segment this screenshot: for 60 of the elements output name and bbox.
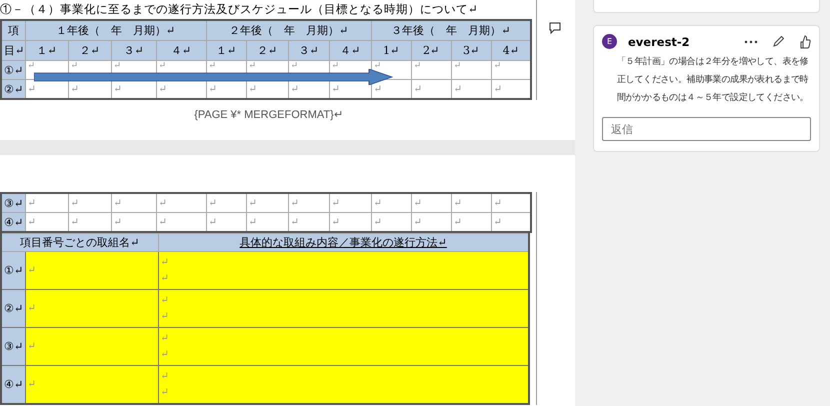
table-cell: ↵ xyxy=(411,60,452,80)
table-cell: 4↵ xyxy=(491,40,532,60)
pencil-icon[interactable] xyxy=(772,35,785,48)
table-cell: 1↵ xyxy=(371,40,412,60)
table-cell: ↵ xyxy=(491,60,532,80)
thumbs-up-icon[interactable] xyxy=(799,34,811,48)
table-cell: １↵ xyxy=(25,40,68,60)
section-heading: ①－（４）事業化に至るまでの遂行方法及びスケジュール（目標となる時期）について↵ xyxy=(0,1,479,18)
table-cell: ①↵ xyxy=(1,60,25,80)
arrow-icon xyxy=(34,69,394,85)
table-cell: １年後（ 年 月期）↵ xyxy=(25,20,206,40)
table-cell: ↵ xyxy=(156,193,206,212)
table-cell: ３↵ xyxy=(111,40,156,60)
table-cell: 目↵ xyxy=(1,40,25,60)
table-cell: 項目番号ごとの取組名↵ xyxy=(1,234,158,252)
more-icon[interactable] xyxy=(744,40,758,44)
table-cell: ↵ ↵ xyxy=(158,290,529,328)
table-cell: ↵ ↵ xyxy=(158,252,529,290)
table-cell: ４↵ xyxy=(329,40,372,60)
table-cell: ２↵ xyxy=(68,40,111,60)
table-cell: ①↵ xyxy=(1,252,25,290)
table-cell: ３年後（ 年 月期）↵ xyxy=(371,20,532,40)
table-cell: 項 xyxy=(1,20,25,40)
table-cell: ↵ xyxy=(25,328,158,366)
table-cell: ④↵ xyxy=(1,366,25,404)
table-cell: ↵ xyxy=(25,366,158,404)
table-cell: ↵ xyxy=(68,193,111,212)
comment-author: everest-2 xyxy=(628,34,691,48)
table-cell: 具体的な取組み内容／事業化の遂行方法↵ xyxy=(158,234,529,252)
table-cell: ↵ xyxy=(329,193,371,212)
table-cell: ②↵ xyxy=(1,80,25,99)
table-cell: ↵ ↵ xyxy=(158,328,529,366)
table-cell: ↵ xyxy=(451,60,492,80)
table-cell: ↵ xyxy=(206,193,246,212)
table-cell: ２年後（ 年 月期）↵ xyxy=(206,20,372,40)
table-cell: ②↵ xyxy=(1,290,25,328)
table-cell: ↵ xyxy=(25,252,158,290)
comment-icon[interactable] xyxy=(549,22,561,34)
avatar: E xyxy=(602,34,617,49)
table-cell: ↵ ↵ xyxy=(158,366,529,404)
table-cell: ↵ xyxy=(111,193,156,212)
table-cell: ↵ xyxy=(25,290,158,328)
table-cell: ↵ xyxy=(246,193,288,212)
table-cell: ↵ xyxy=(25,193,68,212)
page-field: {PAGE ¥* MERGEFORMAT}↵ xyxy=(194,109,343,121)
table-cell: ↵ xyxy=(411,193,451,212)
table-cell: １↵ xyxy=(206,40,246,60)
comment-text: 「５年計画」の場合は２年分を増やして、表を修正してください。補助事業の成果が表れるまで時間がかかるものは４～５年で設定してください。 xyxy=(617,55,810,105)
reply-field[interactable]: 返信 xyxy=(602,117,811,141)
table-cell: ④↵ xyxy=(1,212,25,232)
table-cell: ③↵ xyxy=(1,328,25,366)
table-cell: ↵ xyxy=(288,193,329,212)
table-cell: 3↵ xyxy=(451,40,492,60)
table-cell: ４↵ xyxy=(156,40,206,60)
table-cell: ③↵ xyxy=(1,193,25,212)
table-cell: ３↵ xyxy=(288,40,330,60)
table-cell: ↵ xyxy=(371,193,411,212)
table-cell: 2↵ xyxy=(411,40,452,60)
table-cell: ２↵ xyxy=(246,40,288,60)
table-cell: ↵ xyxy=(451,193,491,212)
